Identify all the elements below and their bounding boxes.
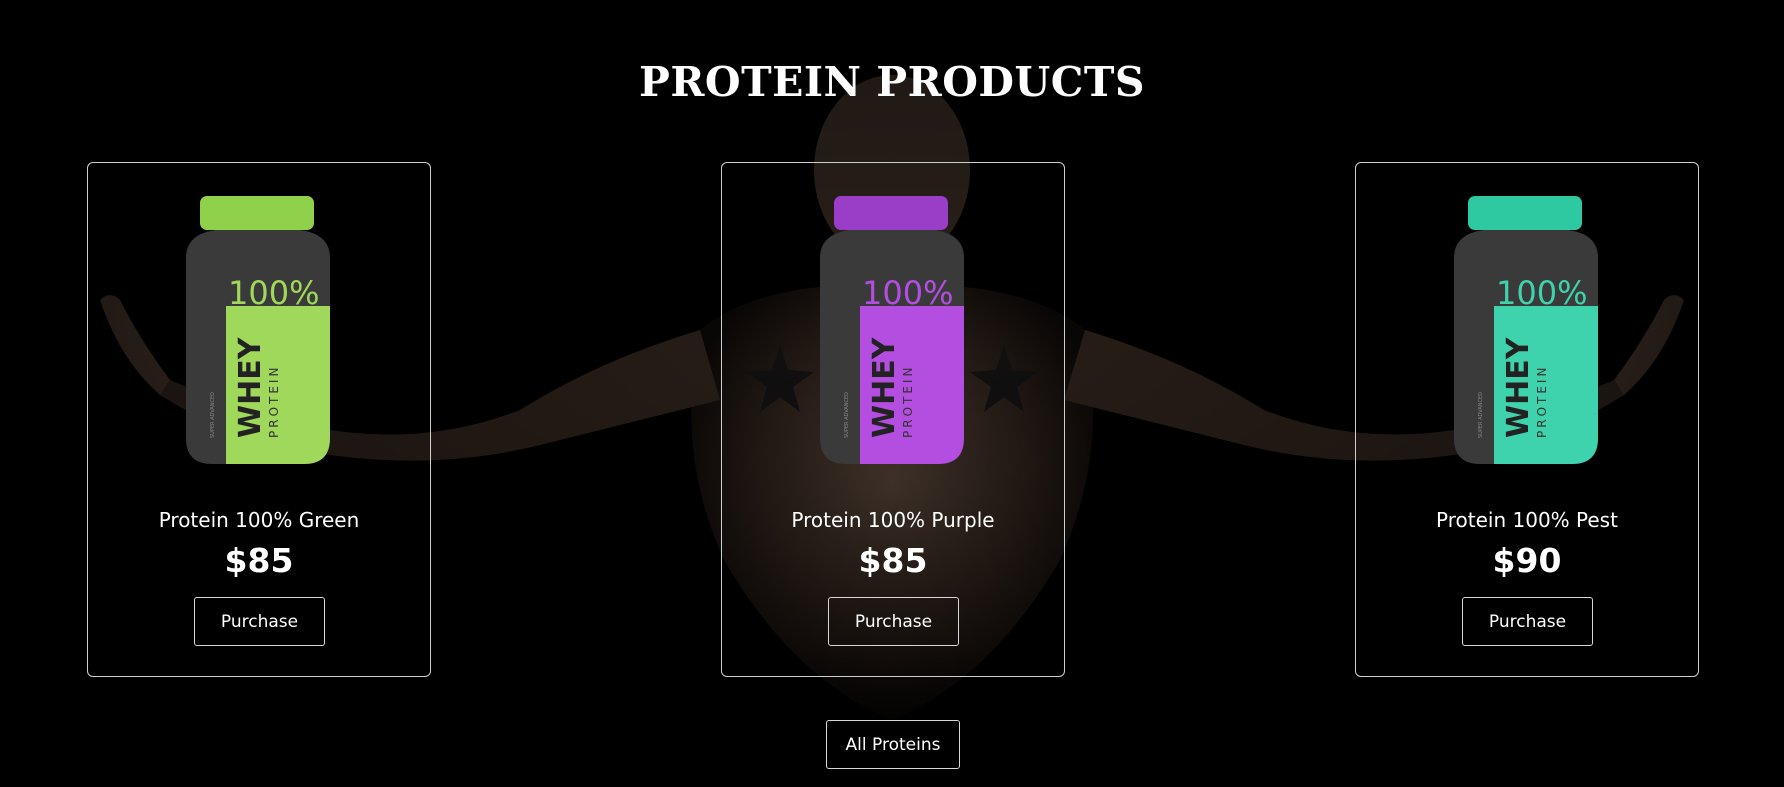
product-name: Protein 100% Purple	[791, 508, 995, 532]
protein-jar-image: 100% WHEY PROTEIN SUPER ADVANCED	[1454, 196, 1598, 464]
product-card-green: 100% WHEY PROTEIN SUPER ADVANCED Protein…	[87, 162, 431, 677]
jar-whey-label: WHEY	[867, 336, 902, 438]
purchase-button-purple[interactable]: Purchase	[828, 597, 959, 646]
jar-side-label: SUPER ADVANCED	[1478, 392, 1484, 438]
jar-protein-label: PROTEIN	[267, 365, 281, 438]
product-name: Protein 100% Green	[158, 508, 360, 532]
protein-jar-image: 100% WHEY PROTEIN SUPER ADVANCED	[820, 196, 964, 464]
purchase-button-green[interactable]: Purchase	[194, 597, 325, 646]
protein-jar-image: 100% WHEY PROTEIN SUPER ADVANCED	[186, 196, 330, 464]
jar-side-label: SUPER ADVANCED	[210, 392, 216, 438]
section-title: PROTEIN PRODUCTS	[639, 58, 1145, 106]
jar-percent-label: 100%	[228, 274, 319, 312]
jar-protein-label: PROTEIN	[901, 365, 915, 438]
product-price: $90	[1492, 541, 1562, 580]
purchase-button-pest[interactable]: Purchase	[1462, 597, 1593, 646]
jar-whey-label: WHEY	[233, 336, 268, 438]
jar-protein-label: PROTEIN	[1535, 365, 1549, 438]
product-card-purple: 100% WHEY PROTEIN SUPER ADVANCED Protein…	[721, 162, 1065, 677]
product-name: Protein 100% Pest	[1436, 508, 1618, 532]
all-proteins-button[interactable]: All Proteins	[826, 720, 960, 769]
product-price: $85	[224, 541, 294, 580]
jar-percent-label: 100%	[1496, 274, 1587, 312]
product-price: $85	[858, 541, 928, 580]
jar-whey-label: WHEY	[1501, 336, 1536, 438]
jar-percent-label: 100%	[862, 274, 953, 312]
jar-side-label: SUPER ADVANCED	[844, 392, 850, 438]
product-card-pest: 100% WHEY PROTEIN SUPER ADVANCED Protein…	[1355, 162, 1699, 677]
